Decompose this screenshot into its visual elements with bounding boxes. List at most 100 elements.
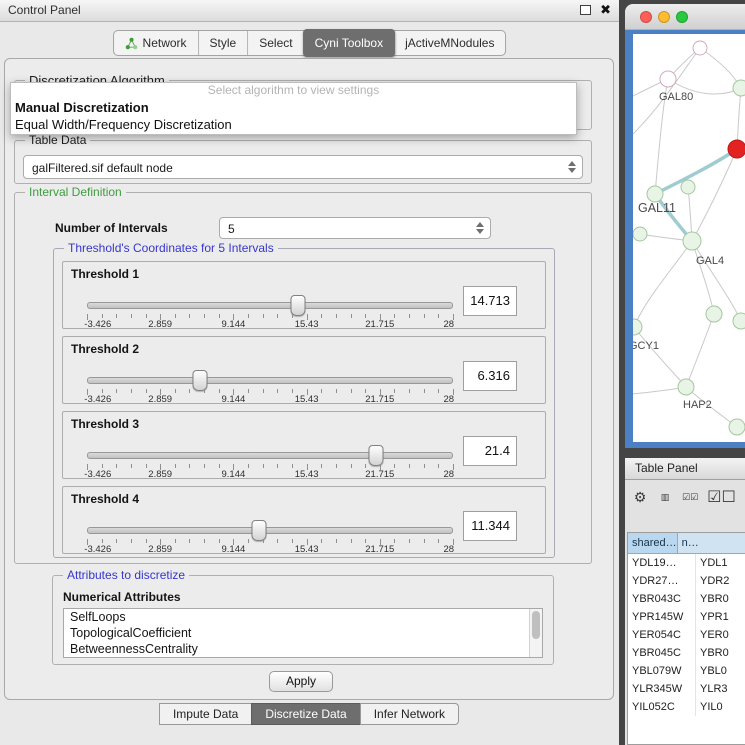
network-graph[interactable]: GAL80GAL11GAL4GCY1HAP2	[633, 34, 745, 442]
column-visibility-icon[interactable]: ▥	[657, 488, 673, 506]
attribute-items: SelfLoops TopologicalCoefficient Between…	[64, 609, 542, 657]
bottom-tab[interactable]: Infer Network	[360, 703, 459, 725]
gear-icon[interactable]: ⚙	[632, 488, 648, 506]
table-row[interactable]: YER054C YER0	[628, 626, 745, 644]
vertical-scrollbar[interactable]	[529, 609, 542, 657]
tick-mark	[263, 539, 264, 543]
table-data-group: Table Data galFiltered.sif default node	[14, 140, 592, 184]
network-node[interactable]	[693, 41, 707, 55]
select-some-columns-icon[interactable]: ☑☐	[707, 488, 736, 506]
number-of-intervals-combobox[interactable]: 5	[219, 217, 491, 239]
slider-handle[interactable]	[193, 370, 208, 391]
bottom-tab[interactable]: Impute Data	[159, 703, 252, 725]
table-data-combobox[interactable]: galFiltered.sif default node	[23, 155, 583, 179]
slider-handle[interactable]	[291, 295, 306, 316]
threshold-value-field[interactable]: 11.344	[463, 511, 517, 541]
axis-tick-label: 15.43	[295, 394, 319, 405]
close-traffic-light-icon[interactable]	[640, 11, 652, 23]
network-node[interactable]	[706, 306, 722, 322]
list-item[interactable]: BetweennessCentrality	[64, 641, 542, 657]
threshold-slider[interactable]	[87, 523, 453, 537]
slider-handle[interactable]	[369, 445, 384, 466]
table-row[interactable]: YBL079W YBL0	[628, 662, 745, 680]
cell-shared-name: YBR045C	[628, 644, 696, 662]
threshold-slider[interactable]	[87, 448, 453, 462]
zoom-traffic-light-icon[interactable]	[676, 11, 688, 23]
threshold-slider[interactable]	[87, 373, 453, 387]
network-canvas[interactable]: GAL80GAL11GAL4GCY1HAP2	[633, 34, 745, 442]
network-node[interactable]	[660, 71, 676, 87]
numerical-attributes-list: SelfLoops TopologicalCoefficient Between…	[63, 608, 543, 658]
network-node[interactable]	[683, 232, 701, 250]
cell-name: YDL1	[696, 554, 745, 572]
tick-mark	[248, 539, 249, 543]
float-window-icon[interactable]	[580, 5, 591, 15]
slider-track[interactable]	[87, 377, 453, 384]
threshold-value-field[interactable]: 21.4	[463, 436, 517, 466]
network-node[interactable]	[678, 379, 694, 395]
network-node[interactable]	[733, 80, 745, 96]
slider-axis-labels: -3.4262.8599.14415.4321.71528	[87, 319, 453, 330]
list-item[interactable]: SelfLoops	[64, 609, 542, 625]
threshold-value-field[interactable]: 6.316	[463, 361, 517, 391]
network-node[interactable]	[733, 313, 745, 329]
stepper-arrows-icon	[568, 161, 576, 173]
attributes-group: Attributes to discretize Numerical Attri…	[52, 575, 554, 665]
close-icon[interactable]: ✖	[600, 3, 611, 17]
cell-name: YER0	[696, 626, 745, 644]
tick-mark	[321, 389, 322, 393]
cell-shared-name: YLR345W	[628, 680, 696, 698]
table-row[interactable]: YDL19… YDL1	[628, 554, 745, 572]
table-row[interactable]: YBR045C YBR0	[628, 644, 745, 662]
network-node[interactable]	[729, 419, 745, 435]
dropdown-option[interactable]: Equal Width/Frequency Discretization	[11, 116, 576, 133]
table-rows: YDL19… YDL1 YDR27… YDR2 YBR043C YBR0	[628, 554, 745, 716]
tick-mark	[219, 464, 220, 468]
slider-track[interactable]	[87, 452, 453, 459]
network-node[interactable]	[728, 140, 745, 158]
tick-mark	[248, 314, 249, 318]
top-tab[interactable]: Network	[114, 31, 198, 55]
top-tab[interactable]: Select	[247, 31, 303, 55]
tick-mark	[292, 464, 293, 468]
apply-button[interactable]: Apply	[269, 671, 333, 692]
group-title: Threshold's Coordinates for 5 Intervals	[64, 241, 278, 255]
top-tab[interactable]: Style	[198, 31, 248, 55]
minimize-traffic-light-icon[interactable]	[658, 11, 670, 23]
bottom-tab[interactable]: Discretize Data	[251, 703, 360, 725]
list-item[interactable]: TopologicalCoefficient	[64, 625, 542, 641]
network-icon	[125, 37, 138, 50]
titlebar-actions: ✖	[580, 3, 611, 17]
tick-mark	[175, 314, 176, 318]
threshold-slider[interactable]	[87, 298, 453, 312]
threshold-value-field[interactable]: 14.713	[463, 286, 517, 316]
table-row[interactable]: YLR345W YLR3	[628, 680, 745, 698]
node-label: GAL80	[659, 91, 693, 103]
slider-handle[interactable]	[252, 520, 267, 541]
tick-mark	[394, 539, 395, 543]
table-row[interactable]: YIL052C YIL0	[628, 698, 745, 716]
tick-mark	[219, 314, 220, 318]
threshold-label: Threshold 2	[71, 342, 139, 356]
network-node[interactable]	[633, 319, 642, 335]
combobox-value: 5	[228, 218, 235, 240]
slider-track[interactable]	[87, 527, 453, 534]
slider-track[interactable]	[87, 302, 453, 309]
dropdown-option[interactable]: Manual Discretization	[11, 99, 576, 116]
column-header[interactable]: n…	[678, 533, 745, 554]
table-row[interactable]: YBR043C YBR0	[628, 590, 745, 608]
select-all-columns-icon[interactable]: ☑☑	[682, 488, 698, 506]
tick-mark	[131, 314, 132, 318]
column-header[interactable]: shared…	[628, 533, 678, 554]
cell-name: YBR0	[696, 644, 745, 662]
network-node[interactable]	[647, 186, 663, 202]
scrollbar-thumb[interactable]	[532, 611, 540, 639]
table-row[interactable]: YPR145W YPR1	[628, 608, 745, 626]
table-panel-toolbar: ⚙ ▥ ☑☑ ☑☐	[632, 485, 736, 509]
network-node[interactable]	[681, 180, 695, 194]
top-tab[interactable]: jActiveMNodules	[394, 31, 505, 55]
network-node[interactable]	[633, 227, 647, 241]
table-row[interactable]: YDR27… YDR2	[628, 572, 745, 590]
top-tab[interactable]: Cyni Toolbox	[303, 29, 395, 57]
tick-mark	[409, 314, 410, 318]
